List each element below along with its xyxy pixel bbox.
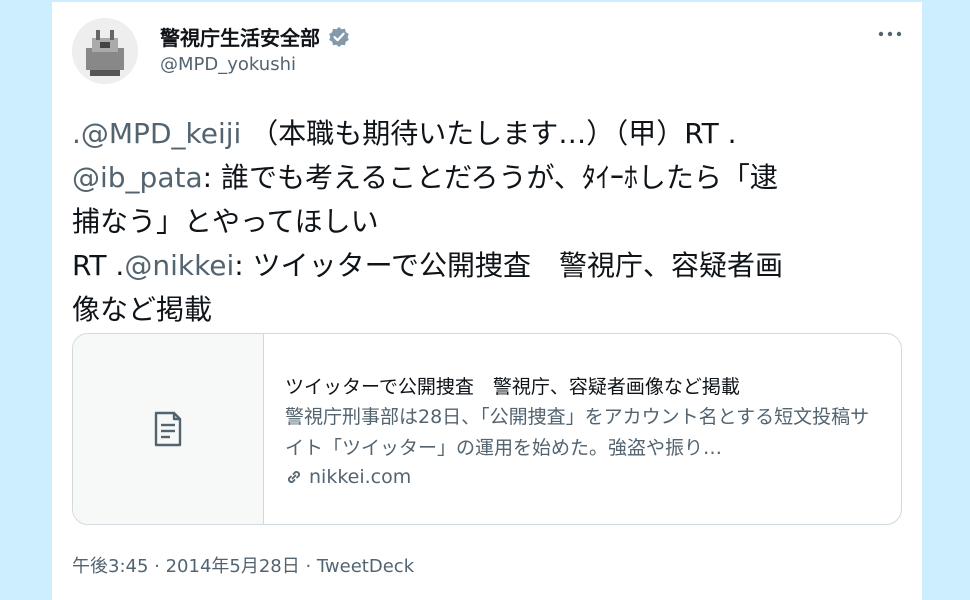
link-preview-card[interactable]: ツイッターで公開捜査 警視庁、容疑者画像など掲載 警視庁刑事部は28日、「公開捜… xyxy=(72,333,902,525)
display-name[interactable]: 警視庁生活安全部 xyxy=(160,22,320,51)
avatar[interactable] xyxy=(72,18,138,84)
tweet-text-segment: （本職も期待いたします…）（甲）RT . xyxy=(241,117,737,150)
link-card-domain-row: nikkei.com xyxy=(285,466,411,488)
mention-link[interactable]: .@MPD_keiji xyxy=(72,117,241,150)
link-thumbnail xyxy=(73,334,264,524)
tweet-text-segment: : ツイッターで公開捜査 警視庁、容疑者画 xyxy=(234,249,783,282)
more-icon[interactable] xyxy=(878,18,902,43)
link-icon xyxy=(288,471,300,483)
avatar-image xyxy=(72,18,138,84)
tweet-line: RT .@nikkei: ツイッターで公開捜査 警視庁、容疑者画 xyxy=(72,244,912,288)
article-icon xyxy=(154,411,182,447)
tweet-meta: 午後3:45 · 2014年5月28日 · TweetDeck xyxy=(72,556,415,577)
tweet-line: 像など掲載 xyxy=(72,288,912,332)
tweet-line: @ib_pata: 誰でも考えることだろうが、ﾀｲｰﾎしたら「逮 xyxy=(72,156,912,200)
tweet-text-segment: 捕なう」とやってほしい xyxy=(72,205,379,238)
user-handle[interactable]: @MPD_yokushi xyxy=(160,54,296,75)
tweet-text: .@MPD_keiji （本職も期待いたします…）（甲）RT . @ib_pat… xyxy=(72,112,912,332)
tweet-card: 警視庁生活安全部 @MPD_yokushi .@MPD_keiji （本職も期待… xyxy=(52,2,922,600)
tweet-text-segment: RT . xyxy=(72,249,125,282)
verified-badge-icon xyxy=(328,26,350,48)
link-card-description: 警視庁刑事部は28日、「公開捜査」をアカウント名とする短文投稿サイト「ツイッター… xyxy=(285,406,870,459)
tweet-text-segment: 像など掲載 xyxy=(72,293,213,326)
tweet-text-segment: : 誰でも考えることだろうが、ﾀｲｰﾎしたら「逮 xyxy=(202,161,778,194)
tweet-line: .@MPD_keiji （本職も期待いたします…）（甲）RT . xyxy=(72,112,912,156)
link-card-title: ツイッターで公開捜査 警視庁、容疑者画像など掲載 xyxy=(285,376,740,398)
link-card-domain: nikkei.com xyxy=(309,466,412,488)
tweet-line: 捕なう」とやってほしい xyxy=(72,200,912,244)
mention-link[interactable]: @nikkei xyxy=(124,249,234,282)
mention-link[interactable]: @ib_pata xyxy=(72,161,203,194)
